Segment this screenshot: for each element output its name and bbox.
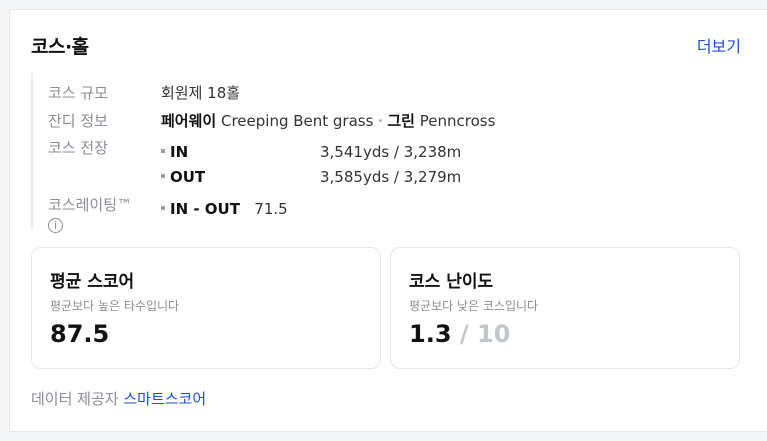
length-out-row: OUT 3,585yds / 3,279m	[161, 168, 461, 186]
card-header: 코스·홀 더보기	[31, 32, 741, 58]
course-hole-card: 코스·홀 더보기 코스 규모 회원제 18홀 잔디 정보 페어웨이 Creepi…	[9, 9, 767, 432]
data-provider-label: 데이터 제공자	[31, 390, 119, 408]
fairway-name: 페어웨이	[161, 112, 217, 130]
section-title: 코스·홀	[31, 36, 89, 58]
difficulty-value: 1.3	[409, 320, 452, 348]
rating-value: 71.5	[254, 200, 288, 218]
green-name: 그린	[387, 112, 415, 130]
rating-key: IN - OUT	[170, 200, 240, 218]
fairway-grass: Creeping Bent grass	[220, 112, 374, 130]
grass-info-value: 페어웨이 Creeping Bent grass • 그린 Penncross	[161, 110, 495, 131]
difficulty-box: 코스 난이도 평균보다 낮은 코스입니다 1.3 / 10	[390, 247, 740, 369]
bullet-icon	[161, 206, 165, 210]
bullet-icon	[161, 149, 165, 153]
course-size-label: 코스 규모	[48, 84, 108, 102]
length-out-value: 3,585yds / 3,279m	[320, 168, 462, 186]
average-score-box: 평균 스코어 평균보다 높은 타수입니다 87.5	[31, 247, 381, 369]
separator-dot: •	[377, 116, 384, 127]
length-out-key: OUT	[170, 168, 206, 186]
difficulty-value-wrap: 1.3 / 10	[409, 320, 510, 348]
data-provider: 데이터 제공자 스마트스코어	[31, 388, 206, 409]
grass-info-label: 잔디 정보	[48, 112, 108, 130]
info-icon[interactable]: i	[48, 218, 63, 233]
more-link[interactable]: 더보기	[697, 33, 741, 57]
average-score-title: 평균 스코어	[50, 272, 135, 292]
rating-value-row: IN - OUT 71.5	[161, 200, 288, 218]
green-grass: Penncross	[419, 112, 496, 130]
difficulty-max: / 10	[459, 320, 511, 348]
length-in-value: 3,541yds / 3,238m	[320, 143, 462, 161]
course-info-list: 코스 규모 회원제 18홀 잔디 정보 페어웨이 Creeping Bent g…	[31, 73, 591, 233]
length-in-key: IN	[170, 143, 189, 161]
difficulty-desc: 평균보다 낮은 코스입니다	[409, 299, 539, 313]
difficulty-title: 코스 난이도	[409, 272, 494, 292]
data-provider-link[interactable]: 스마트스코어	[123, 390, 206, 408]
course-rating-row: 코스레이팅™ i	[48, 194, 168, 234]
average-score-desc: 평균보다 높은 타수입니다	[50, 299, 180, 313]
course-length-label: 코스 전장	[48, 139, 108, 157]
course-rating-label: 코스레이팅™	[48, 196, 133, 214]
bullet-icon	[161, 174, 165, 178]
average-score-value: 87.5	[50, 320, 110, 348]
length-in-row: IN 3,541yds / 3,238m	[161, 143, 461, 161]
course-size-value: 회원제 18홀	[161, 84, 241, 102]
